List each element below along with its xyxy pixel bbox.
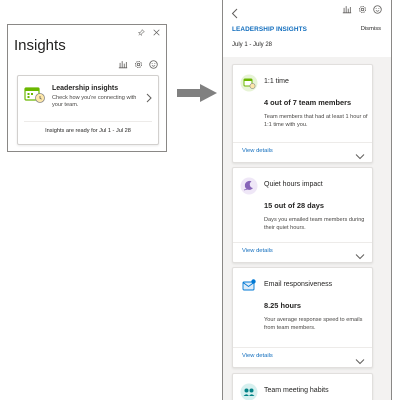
summary-card-subtitle: Check how you're connecting with your te… xyxy=(52,95,137,109)
smiley-icon[interactable] xyxy=(373,5,382,14)
pin-icon[interactable] xyxy=(138,29,145,36)
card-title: Team meeting habits xyxy=(264,387,329,394)
divider xyxy=(233,347,372,348)
one-on-one-icon xyxy=(240,74,258,97)
back-chevron-icon[interactable] xyxy=(231,6,238,24)
card-quiet-hours-impact: Quiet hours impact 15 out of 28 days Day… xyxy=(232,167,373,263)
panel-heading: LEADERSHIP INSIGHTS xyxy=(232,26,307,33)
chevron-down-icon[interactable] xyxy=(355,247,365,265)
view-details-link[interactable]: View details xyxy=(242,248,273,254)
dismiss-button[interactable]: Dismiss xyxy=(361,26,381,32)
card-description: Days you emailed team members during the… xyxy=(264,217,365,231)
card-description: Your average response speed to emails fr… xyxy=(264,317,363,331)
card-description: Team members that had at least 1 hour of… xyxy=(264,114,368,128)
quiet-hours-icon xyxy=(240,177,258,200)
bar-chart-icon[interactable] xyxy=(342,5,352,14)
email-responsiveness-icon xyxy=(240,277,258,300)
arrow-right-icon xyxy=(177,84,217,107)
divider xyxy=(233,242,372,243)
card-value: 4 out of 7 team members xyxy=(264,98,352,107)
card-one-on-one-time: 1:1 time 4 out of 7 team members Team me… xyxy=(232,64,373,163)
gear-icon[interactable] xyxy=(134,60,143,69)
pane-title: Insights xyxy=(14,37,66,54)
bar-chart-icon[interactable] xyxy=(118,60,128,69)
pane-toolbar xyxy=(118,60,158,69)
date-range: July 1 - July 28 xyxy=(232,42,273,48)
card-value: 8.25 hours xyxy=(264,301,301,310)
card-value: 15 out of 28 days xyxy=(264,201,324,210)
view-details-link[interactable]: View details xyxy=(242,148,273,154)
close-icon[interactable] xyxy=(153,29,160,36)
card-team-meeting-habits: Team meeting habits xyxy=(232,373,373,400)
card-title: Email responsiveness xyxy=(264,281,333,288)
chevron-down-icon[interactable] xyxy=(355,147,365,165)
summary-card-title: Leadership insights xyxy=(52,85,119,92)
divider xyxy=(24,121,152,122)
chevron-down-icon[interactable] xyxy=(355,352,365,370)
calendar-people-icon xyxy=(24,86,46,109)
smiley-icon[interactable] xyxy=(149,60,158,69)
insights-pane: Insights Leadership insights Check how y… xyxy=(7,24,167,152)
leadership-insights-panel: LEADERSHIP INSIGHTS Dismiss July 1 - Jul… xyxy=(222,0,392,400)
card-title: Quiet hours impact xyxy=(264,181,323,188)
summary-card-footer: Insights are ready for Jul 1 - Jul 28 xyxy=(45,128,131,134)
card-title: 1:1 time xyxy=(264,78,289,85)
chevron-right-icon[interactable] xyxy=(146,90,152,108)
leadership-insights-card[interactable]: Leadership insights Check how you're con… xyxy=(17,75,159,145)
card-email-responsiveness: Email responsiveness 8.25 hours Your ave… xyxy=(232,267,373,368)
panel-toolbar xyxy=(342,5,382,14)
team-meeting-icon xyxy=(240,383,258,400)
pane-window-controls xyxy=(138,29,160,36)
divider xyxy=(233,142,372,143)
gear-icon[interactable] xyxy=(358,5,367,14)
view-details-link[interactable]: View details xyxy=(242,353,273,359)
